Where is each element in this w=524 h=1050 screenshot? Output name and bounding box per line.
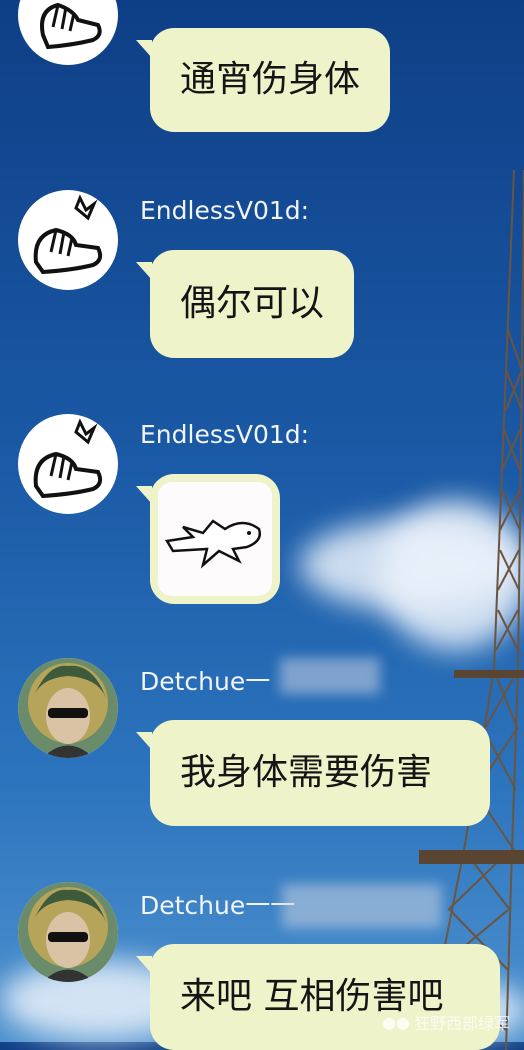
sender-name: EndlessV01d:: [140, 420, 310, 449]
cartoon-avatar-icon: [33, 418, 103, 499]
flying-figure-sticker-icon: [164, 519, 261, 569]
redacted-name: [282, 884, 442, 928]
wechat-icon: ●●: [382, 1012, 410, 1032]
portrait-avatar-icon: [18, 882, 118, 982]
user-avatar[interactable]: [18, 0, 118, 65]
sender-name: Detchue一: [140, 667, 271, 696]
watermark-text: 狂野西部绿军: [413, 1014, 510, 1033]
cartoon-avatar-icon: [40, 2, 102, 50]
message-bubble[interactable]: 我身体需要伤害: [136, 720, 490, 826]
user-avatar[interactable]: [18, 882, 118, 982]
portrait-avatar-icon: [18, 658, 118, 758]
redacted-name: [280, 658, 380, 694]
watermark: ●● 狂野西部绿军: [382, 1010, 510, 1034]
sender-name: EndlessV01d:: [140, 196, 310, 225]
user-avatar[interactable]: [18, 414, 118, 514]
user-avatar[interactable]: [18, 190, 118, 290]
image-bubble[interactable]: [136, 474, 280, 604]
sender-name: Detchue一一: [140, 891, 296, 920]
cartoon-avatar-icon: [33, 194, 103, 275]
message-bubble[interactable]: 偶尔可以: [135, 250, 355, 358]
message-bubble[interactable]: 通宵伤身体: [135, 28, 391, 132]
user-avatar[interactable]: [18, 658, 118, 758]
message-bubble[interactable]: 来吧 互相伤害吧: [136, 944, 500, 1050]
sticker-image: [158, 482, 272, 596]
